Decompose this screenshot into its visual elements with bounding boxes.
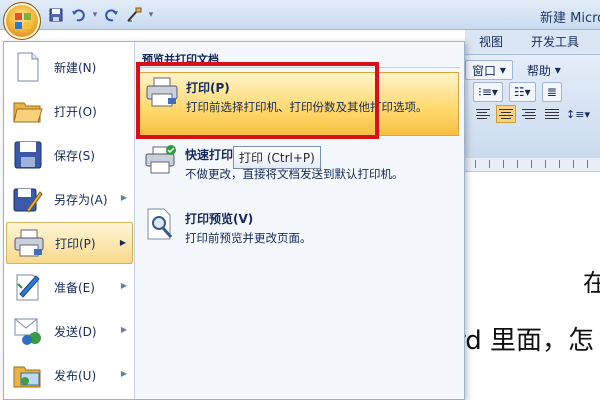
submenu-item-description: 打印前选择打印机、打印份数及其他打印选项。 xyxy=(186,100,428,114)
numbering-button[interactable]: ☷▾ xyxy=(508,82,536,102)
print-preview-icon xyxy=(143,208,179,244)
ruler xyxy=(465,158,600,172)
menu-item-open[interactable]: 打开(O) xyxy=(6,90,133,132)
submenu-arrow-icon: ▶ xyxy=(119,238,126,247)
save-disk-icon xyxy=(11,139,45,171)
save-as-icon xyxy=(11,183,45,215)
align-right-button[interactable] xyxy=(519,105,539,123)
send-icon xyxy=(11,315,45,347)
bullets-button[interactable]: ⁝≡▾ xyxy=(473,82,503,102)
submenu-header: 预览并打印文档 xyxy=(142,53,219,66)
window-title: 新建 Micro xyxy=(540,11,600,26)
ribbon-row-list: ⁝≡▾ ☷▾ ≣ xyxy=(473,82,562,102)
tab-developer[interactable]: 开发工具 xyxy=(531,33,579,50)
quick-access-toolbar: ▾ ▾ xyxy=(46,4,156,26)
undo-dropdown-icon[interactable]: ▾ xyxy=(90,5,100,25)
tooltip: 打印 (Ctrl+P) xyxy=(233,146,321,169)
office-button[interactable] xyxy=(3,2,41,40)
submenu-item-title: 打印(P) xyxy=(186,81,230,95)
redo-icon[interactable] xyxy=(102,5,122,25)
menu-item-publish[interactable]: 发布(U) ▶ xyxy=(6,354,133,396)
document-text-line-1: 在 xyxy=(583,269,600,297)
undo-icon[interactable] xyxy=(68,5,88,25)
align-center-button[interactable] xyxy=(496,105,516,123)
printer-icon xyxy=(144,77,180,113)
divider xyxy=(140,67,460,68)
menu-item-print[interactable]: 打印(P) ▶ xyxy=(6,222,133,264)
printer-icon xyxy=(12,227,46,259)
open-folder-icon xyxy=(11,95,45,127)
submenu-arrow-icon: ▶ xyxy=(120,281,127,290)
publish-icon xyxy=(11,359,45,391)
submenu-item-title: 打印预览(V) xyxy=(185,212,254,226)
document-text-line-2: rd 里面，怎 xyxy=(455,326,595,356)
ribbon-row-align: ↕≡▾ xyxy=(473,105,591,123)
submenu-arrow-icon: ▶ xyxy=(120,325,127,334)
new-document-icon xyxy=(11,51,45,83)
office-menu-commands: 新建(N) 打开(O) 保存(S) 另存为(A) ▶ 打印(P) ▶ 准备(E)… xyxy=(4,42,135,399)
line-spacing-button[interactable]: ↕≡▾ xyxy=(565,105,591,123)
help-menu-button[interactable]: 帮助 ▾ xyxy=(521,60,567,80)
office-logo-icon xyxy=(15,13,31,29)
submenu-item-print[interactable]: 打印(P) 打印前选择打印机、打印份数及其他打印选项。 xyxy=(139,72,459,136)
submenu-arrow-icon: ▶ xyxy=(120,369,127,378)
title-bar: ▾ ▾ 新建 Micro xyxy=(0,0,600,30)
menu-item-new[interactable]: 新建(N) xyxy=(6,46,133,88)
submenu-arrow-icon: ▶ xyxy=(120,193,127,202)
submenu-item-print-preview[interactable]: 打印预览(V) 打印前预览并更改页面。 xyxy=(139,204,459,254)
save-icon[interactable] xyxy=(46,5,66,25)
customize-icon[interactable]: ▾ xyxy=(146,5,156,25)
ribbon-tab-bar: 视图 开发工具 xyxy=(465,30,600,54)
ribbon-body: 窗口 ▾ 帮助 ▾ ⁝≡▾ ☷▾ ≣ ↕≡▾ xyxy=(465,54,600,158)
tab-view[interactable]: 视图 xyxy=(479,33,503,50)
menu-item-prepare[interactable]: 准备(E) ▶ xyxy=(6,266,133,308)
window-menu-button[interactable]: 窗口 ▾ xyxy=(465,60,513,80)
prepare-icon xyxy=(11,271,45,303)
align-left-button[interactable] xyxy=(473,105,493,123)
ribbon-row-window: 窗口 ▾ 帮助 ▾ xyxy=(465,60,567,80)
format-painter-icon[interactable] xyxy=(124,5,144,25)
print-submenu: 预览并打印文档 打印(P) 打印前选择打印机、打印份数及其他打印选项。 快速打印… xyxy=(136,42,464,399)
menu-item-save[interactable]: 保存(S) xyxy=(6,134,133,176)
document-page[interactable] xyxy=(465,172,600,400)
submenu-item-description: 打印前预览并更改页面。 xyxy=(185,231,312,245)
justify-button[interactable] xyxy=(542,105,562,123)
menu-item-send[interactable]: 发送(D) ▶ xyxy=(6,310,133,352)
menu-item-save-as[interactable]: 另存为(A) ▶ xyxy=(6,178,133,220)
quick-print-icon xyxy=(143,144,179,180)
office-menu: 新建(N) 打开(O) 保存(S) 另存为(A) ▶ 打印(P) ▶ 准备(E)… xyxy=(3,41,465,400)
sort-button[interactable]: ≣ xyxy=(541,82,562,102)
